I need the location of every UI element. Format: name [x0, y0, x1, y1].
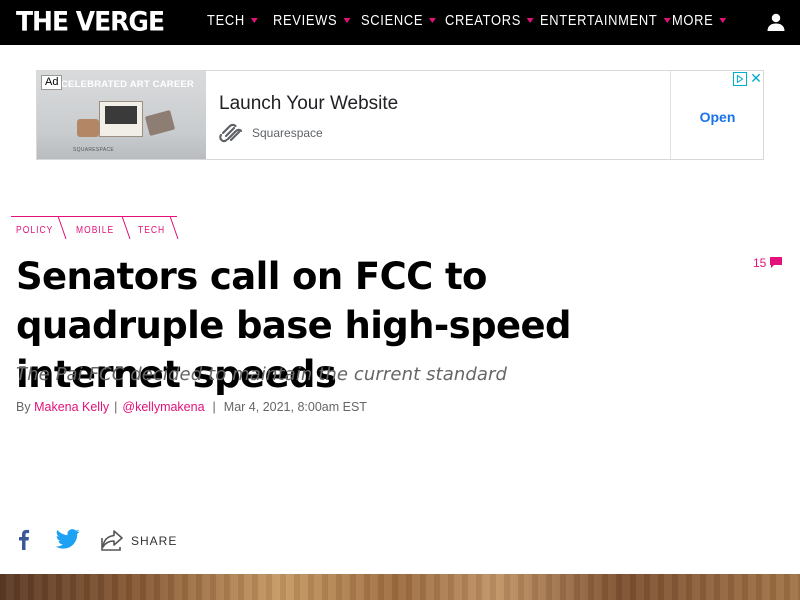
nav-item-label: ENTERTAINMENT [540, 12, 658, 29]
nav-item-more[interactable]: MORE [672, 12, 727, 30]
ad-open-button[interactable]: Open [671, 109, 764, 125]
tag-mobile[interactable]: MOBILE [76, 225, 114, 236]
article-dek: The Pai FCC decided to maintain the curr… [16, 364, 508, 385]
comment-bubble-icon [770, 257, 783, 268]
byline-separator: | [114, 400, 118, 414]
twitter-icon[interactable] [56, 529, 80, 549]
nav-item-label: MORE [672, 12, 714, 29]
article-date: Mar 4, 2021, 8:00am EST [223, 400, 367, 414]
site-logo[interactable]: THE VERGE [16, 7, 165, 36]
byline: By Makena Kelly | @kellymakena | Mar 4, 2021… [16, 400, 367, 414]
nav-item-reviews[interactable]: REVIEWS [273, 12, 351, 30]
nav-item-creators[interactable]: CREATORS [445, 12, 534, 30]
comments-link[interactable]: 15 [753, 256, 783, 270]
tag-policy[interactable]: POLICY [16, 225, 53, 236]
comments-count: 15 [753, 256, 767, 270]
ad-image-sub: SQUARESPACE [73, 147, 114, 153]
nav-item-label: CREATORS [445, 12, 521, 29]
byline-separator: | [212, 400, 216, 414]
ad-badge: Ad [41, 75, 63, 90]
author-twitter-link[interactable]: @kellymakena [122, 400, 204, 414]
tag-tech[interactable]: TECH [138, 225, 165, 236]
ad-image-caption: CELEBRATED ART CAREER [61, 79, 194, 90]
tags-rule [11, 216, 177, 217]
nav-item-label: SCIENCE [361, 12, 424, 29]
ad-banner[interactable]: CELEBRATED ART CAREER SQUARESPACE Ad Lau… [36, 70, 764, 160]
caret-down-icon [343, 18, 351, 23]
tag-separator [121, 216, 131, 239]
caret-down-icon [429, 18, 437, 23]
top-nav: THE VERGE TECH REVIEWS SCIENCE CREATORS … [0, 0, 800, 45]
nav-item-tech[interactable]: TECH [207, 12, 258, 30]
share-label: SHARE [131, 534, 178, 548]
byline-by: By [16, 400, 31, 414]
ad-image[interactable]: CELEBRATED ART CAREER SQUARESPACE Ad [37, 71, 206, 159]
caret-down-icon [527, 18, 534, 23]
ad-choices-icon[interactable] [733, 72, 747, 86]
hero-image [0, 574, 800, 600]
tag-separator [169, 216, 179, 239]
facebook-icon[interactable] [14, 528, 34, 550]
caret-down-icon [719, 18, 727, 23]
user-account-icon[interactable] [766, 12, 786, 32]
caret-down-icon [250, 18, 258, 23]
hero-image-texture [0, 574, 800, 600]
ad-image-prop [77, 119, 99, 137]
nav-item-science[interactable]: SCIENCE [361, 12, 437, 30]
nav-item-entertainment[interactable]: ENTERTAINMENT [540, 12, 671, 30]
ad-image-screen [105, 106, 137, 124]
ad-brand: Squarespace [252, 126, 323, 140]
ad-image-prop [144, 109, 176, 137]
author-link[interactable]: Makena Kelly [34, 400, 109, 414]
tag-separator [57, 216, 67, 239]
squarespace-logo-icon [219, 123, 243, 143]
caret-down-icon [663, 18, 671, 23]
ad-close-icon[interactable]: ✕ [749, 70, 763, 86]
share-icon [101, 530, 123, 551]
nav-item-label: TECH [207, 12, 245, 29]
nav-item-label: REVIEWS [273, 12, 338, 29]
ad-title[interactable]: Launch Your Website [219, 93, 398, 115]
